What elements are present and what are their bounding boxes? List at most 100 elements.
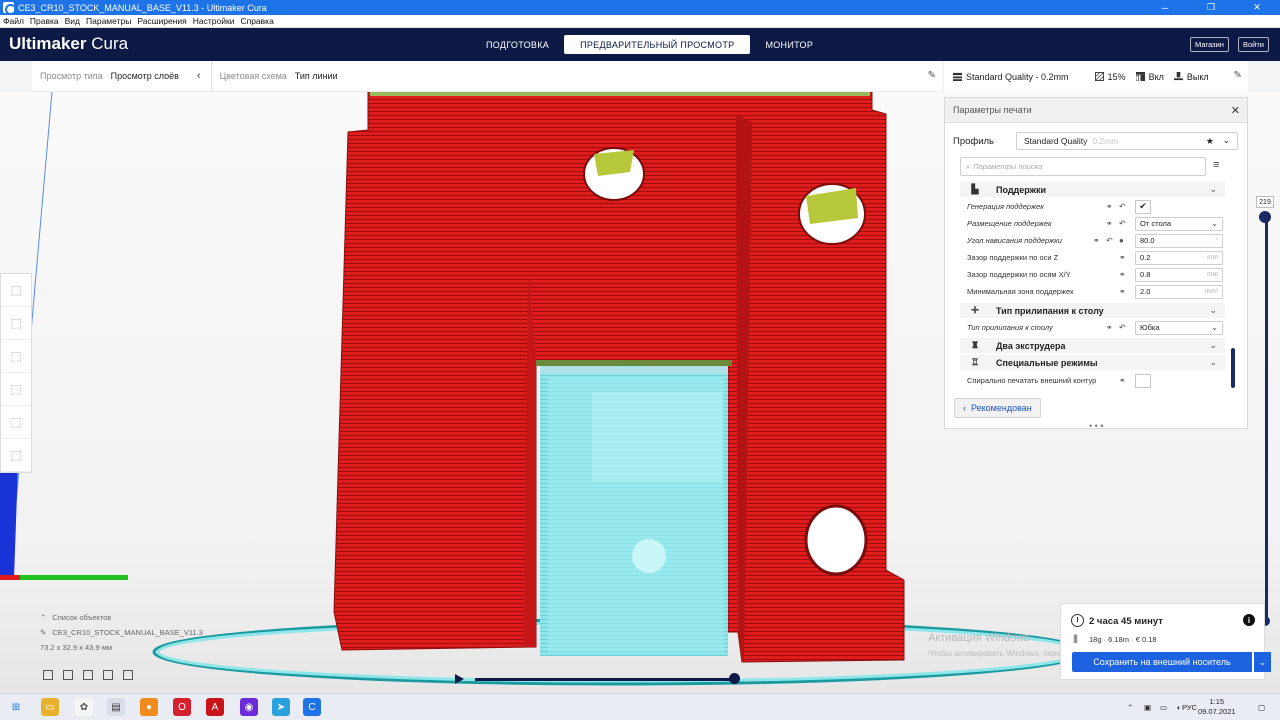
- profile-label: Профиль: [953, 136, 995, 147]
- menu-file[interactable]: Файл: [0, 16, 27, 26]
- support-z-distance-input[interactable]: 0.2 mm: [1135, 250, 1223, 265]
- menu-extensions[interactable]: Расширения: [134, 16, 189, 26]
- function-icon[interactable]: ●: [1119, 236, 1124, 245]
- reset-icon[interactable]: ↶: [1119, 323, 1126, 332]
- login-button[interactable]: Войти: [1238, 37, 1269, 52]
- spiralize-checkbox[interactable]: [1135, 373, 1151, 388]
- move-tool-icon[interactable]: ⬚: [1, 274, 31, 307]
- keyboard-language[interactable]: РУС: [1182, 703, 1197, 712]
- view-front-icon[interactable]: [63, 670, 73, 680]
- file-explorer-icon[interactable]: ▭: [41, 698, 59, 716]
- link-icon[interactable]: ⚭: [1119, 287, 1126, 296]
- marketplace-button[interactable]: Магазин: [1190, 37, 1229, 52]
- field-unit: mm²: [1205, 288, 1218, 295]
- notepad-icon[interactable]: ▤: [107, 698, 125, 716]
- resize-handle[interactable]: • • •: [1089, 421, 1103, 431]
- mirror-tool-icon[interactable]: ⬚: [1, 373, 31, 406]
- opera-icon[interactable]: O: [173, 698, 191, 716]
- section-special-modes[interactable]: ♖ Специальные режимы ⌄: [960, 355, 1225, 370]
- telegram-icon[interactable]: ➤: [272, 698, 290, 716]
- recommended-button[interactable]: ‹ Рекомендован: [954, 398, 1041, 418]
- link-icon[interactable]: ⚭: [1106, 219, 1113, 228]
- minimize-button[interactable]: ─: [1142, 0, 1188, 15]
- adhesion-type-select[interactable]: Юбка ⌄: [1135, 320, 1223, 335]
- object-name-row[interactable]: ✎ CE3_CR10_STOCK_MANUAL_BASE_V11.3: [40, 628, 203, 637]
- firefox-icon[interactable]: ●: [140, 698, 158, 716]
- restore-button[interactable]: ❐: [1188, 0, 1234, 15]
- tray-chevron-icon[interactable]: ⌃: [1127, 703, 1133, 712]
- menu-settings[interactable]: Параметры: [83, 16, 134, 26]
- reset-icon[interactable]: ↶: [1106, 236, 1113, 245]
- acrobat-icon[interactable]: A: [206, 698, 224, 716]
- reset-icon[interactable]: ↶: [1119, 202, 1126, 211]
- taskbar-clock[interactable]: 1:15 09.07.2021: [1198, 697, 1236, 717]
- start-icon[interactable]: ⊞: [7, 698, 25, 716]
- section-adhesion[interactable]: ✛ Тип прилипания к столу ⌄: [960, 303, 1225, 318]
- link-icon[interactable]: ⚭: [1119, 376, 1126, 385]
- profile-select[interactable]: Standard Quality 0.2mm ★ ⌄: [1016, 132, 1238, 150]
- notifications-icon[interactable]: ▢: [1258, 703, 1265, 712]
- support-min-area-input[interactable]: 2.0 mm²: [1135, 284, 1223, 299]
- menu-help[interactable]: Справка: [237, 16, 276, 26]
- support-angle-input[interactable]: 80.0 °: [1135, 233, 1223, 248]
- path-slider-handle[interactable]: [729, 673, 740, 684]
- support-enable-checkbox[interactable]: ✔: [1135, 199, 1151, 214]
- layer-number-input[interactable]: 219: [1256, 196, 1274, 208]
- link-icon[interactable]: ⚭: [1119, 253, 1126, 262]
- link-icon[interactable]: ⚭: [1106, 202, 1113, 211]
- pencil-icon[interactable]: ✎: [1234, 70, 1242, 81]
- chevron-left-icon[interactable]: ‹: [197, 70, 201, 82]
- link-icon[interactable]: ⚭: [1119, 270, 1126, 279]
- info-icon[interactable]: i: [1243, 614, 1255, 626]
- pencil-icon[interactable]: ✎: [928, 70, 936, 81]
- chat-app-icon[interactable]: ◉: [240, 698, 258, 716]
- link-icon[interactable]: ⚭: [1093, 236, 1100, 245]
- field-unit: mm: [1207, 254, 1218, 261]
- tab-prepare[interactable]: ПОДГОТОВКА: [475, 35, 560, 54]
- settings-menu-icon[interactable]: ≡: [1213, 159, 1223, 173]
- field-unit: mm: [1207, 271, 1218, 278]
- view-left-icon[interactable]: [103, 670, 113, 680]
- save-to-removable-button[interactable]: Сохранить на внешний носитель: [1072, 652, 1252, 672]
- play-icon[interactable]: [455, 674, 464, 684]
- app-icon[interactable]: ✿: [75, 698, 93, 716]
- network-icon[interactable]: ▭: [1160, 703, 1167, 712]
- tab-preview[interactable]: ПРЕДВАРИТЕЛЬНЫЙ ПРОСМОТР: [564, 35, 751, 54]
- print-setup-summary[interactable]: Standard Quality - 0.2mm 15% Вкл Выкл ✎: [944, 61, 1248, 92]
- view-type-select[interactable]: Просмотр слоёв: [111, 71, 179, 81]
- view-top-icon[interactable]: [83, 670, 93, 680]
- app-header: Ultimaker Cura ПОДГОТОВКА ПРЕДВАРИТЕЛЬНЫ…: [0, 28, 1280, 61]
- tab-monitor[interactable]: МОНИТОР: [754, 35, 824, 54]
- object-list-toggle[interactable]: ⌃ Список объектов: [40, 613, 203, 622]
- output-device-dropdown[interactable]: ⌄: [1253, 652, 1271, 672]
- section-dual-extrusion[interactable]: ♜ Два экструдера ⌄: [960, 338, 1225, 353]
- menu-preferences[interactable]: Настройки: [190, 16, 238, 26]
- settings-scrollbar[interactable]: [1231, 348, 1235, 388]
- section-dual-label: Два экструдера: [996, 340, 1066, 351]
- layer-slider-upper-handle[interactable]: [1259, 211, 1271, 223]
- volume-icon[interactable]: ◖: [1176, 703, 1181, 712]
- color-scheme-select[interactable]: Тип линии: [295, 71, 338, 81]
- close-icon[interactable]: ✕: [1231, 104, 1240, 117]
- rotate-tool-icon[interactable]: ⬚: [1, 340, 31, 373]
- settings-search-input[interactable]: ⌕ Параметры поиска: [960, 157, 1206, 176]
- menu-edit[interactable]: Правка: [27, 16, 62, 26]
- support-blocker-icon[interactable]: ⬚: [1, 439, 31, 472]
- menu-view[interactable]: Вид: [62, 16, 83, 26]
- view-3d-icon[interactable]: [43, 670, 53, 680]
- tray-app-icon[interactable]: ▣: [1144, 703, 1151, 712]
- scale-tool-icon[interactable]: ⬚: [1, 307, 31, 340]
- support-placement-select[interactable]: От стола ⌄: [1135, 216, 1223, 231]
- section-support[interactable]: ▙ Поддержки ⌄: [960, 182, 1225, 197]
- reset-icon[interactable]: ↶: [1119, 219, 1126, 228]
- cura-taskbar-icon[interactable]: C: [303, 698, 321, 716]
- clock-date: 09.07.2021: [1198, 707, 1236, 716]
- view-right-icon[interactable]: [123, 670, 133, 680]
- support-xy-distance-input[interactable]: 0.8 mm: [1135, 267, 1223, 282]
- per-model-settings-icon[interactable]: ⬚: [1, 406, 31, 439]
- star-icon[interactable]: ★: [1206, 136, 1214, 147]
- close-window-button[interactable]: ✕: [1234, 0, 1280, 15]
- layer-slider-track[interactable]: [1265, 216, 1268, 621]
- path-slider-track[interactable]: [475, 678, 735, 681]
- link-icon[interactable]: ⚭: [1106, 323, 1113, 332]
